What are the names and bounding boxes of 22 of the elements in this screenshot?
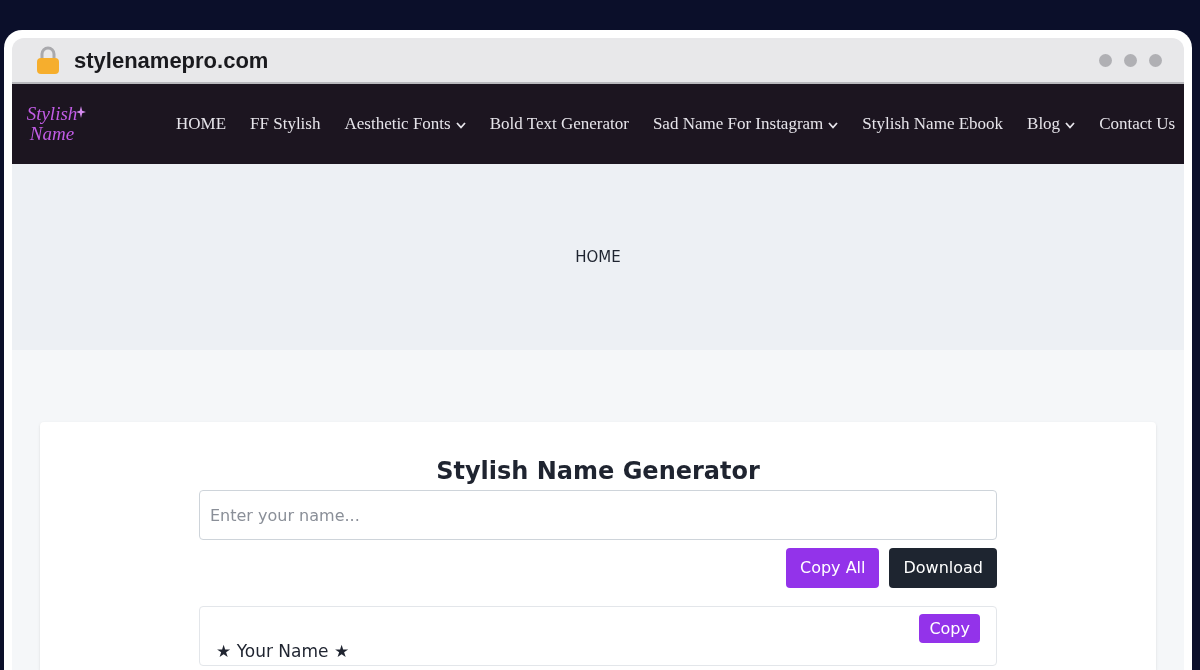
- nav-link[interactable]: Sad Name For Instagram: [652, 111, 839, 137]
- address-text[interactable]: stylenamepro.com: [74, 43, 269, 77]
- window-dot-icon[interactable]: [1124, 53, 1137, 67]
- lock-icon: [36, 46, 60, 74]
- site-logo[interactable]: Stylish Name: [22, 104, 82, 144]
- styled-name-text: ★ Your Name ★: [216, 641, 350, 661]
- nav-link[interactable]: Aesthetic Fonts: [344, 111, 466, 137]
- page-title: HOME: [575, 246, 621, 268]
- generator-title: Stylish Name Generator: [435, 456, 761, 486]
- nav-link[interactable]: Blog: [1027, 111, 1076, 137]
- nav-link[interactable]: Contact Us: [1099, 111, 1176, 137]
- window-dot-icon[interactable]: [1149, 53, 1162, 67]
- copy-button[interactable]: Copy: [919, 614, 980, 643]
- sparkle-icon: [76, 106, 86, 118]
- copy-all-button[interactable]: Copy All: [785, 548, 880, 588]
- download-button[interactable]: Download: [889, 548, 997, 588]
- nav-link[interactable]: FF Stylish: [250, 111, 321, 137]
- window-dot-icon[interactable]: [1099, 53, 1112, 67]
- nav-link[interactable]: HOME: [176, 111, 227, 137]
- nav-link[interactable]: Stylish Name Ebook: [862, 111, 1004, 137]
- name-input-field[interactable]: Enter your name...: [199, 490, 997, 540]
- nav-link[interactable]: Bold Text Generator: [489, 111, 629, 137]
